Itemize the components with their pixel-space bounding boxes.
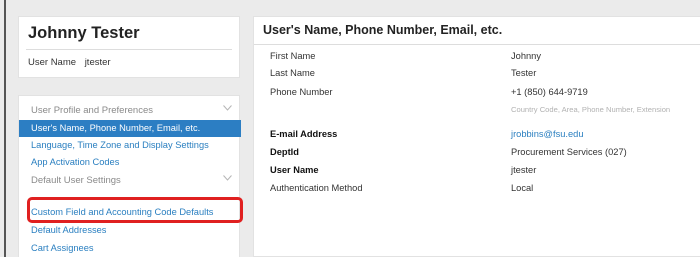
menu-item-label: Default Addresses: [31, 225, 107, 235]
menu-section-label: Default User Settings: [31, 175, 121, 186]
menu-item-default-addresses[interactable]: Default Addresses: [19, 222, 241, 239]
menu-section-default-user-settings[interactable]: Default User Settings: [19, 172, 241, 188]
menu-section-label: User Profile and Preferences: [31, 105, 153, 116]
user-name-value: jtester: [84, 57, 111, 68]
menu-item-label: Language, Time Zone and Display Settings: [31, 140, 209, 150]
last-name-value: Tester: [511, 68, 537, 78]
deptid-value: Procurement Services (027): [511, 147, 627, 157]
authentication-method-value: Local: [511, 183, 534, 193]
chevron-down-icon[interactable]: [223, 105, 232, 113]
email-address-label: E-mail Address: [270, 129, 338, 139]
menu-item-cart-assignees[interactable]: Cart Assignees: [19, 240, 241, 257]
phone-number-hint: Country Code, Area, Phone Number, Extens…: [511, 105, 671, 114]
user-name-value: jtester: [511, 165, 537, 175]
user-name-label: User Name: [28, 57, 77, 68]
authentication-method-label: Authentication Method: [270, 183, 363, 193]
email-address-link[interactable]: jrobbins@fsu.edu: [511, 129, 584, 139]
menu-item-users-name-phone-email[interactable]: User's Name, Phone Number, Email, etc.: [19, 120, 241, 137]
first-name-value: Johnny: [511, 51, 541, 61]
user-display-name: Johnny Tester: [28, 24, 140, 42]
menu-item-language-timezone[interactable]: Language, Time Zone and Display Settings: [19, 137, 241, 154]
panel-title: User's Name, Phone Number, Email, etc.: [263, 23, 503, 37]
phone-number-value: +1 (850) 644-9719: [511, 87, 588, 97]
menu-item-label: App Activation Codes: [31, 157, 120, 167]
last-name-label: Last Name: [270, 68, 315, 78]
settings-menu: User Profile and Preferences User's Name…: [18, 95, 241, 257]
user-name-label: User Name: [270, 165, 319, 175]
highlight-annotation: [27, 197, 243, 223]
phone-number-label: Phone Number: [270, 87, 333, 97]
menu-section-user-profile[interactable]: User Profile and Preferences: [19, 102, 241, 118]
menu-item-app-activation-codes[interactable]: App Activation Codes: [19, 154, 241, 171]
user-details-panel: User's Name, Phone Number, Email, etc. F…: [253, 16, 700, 257]
menu-item-label: User's Name, Phone Number, Email, etc.: [31, 123, 201, 133]
user-card: Johnny Tester User Name jtester: [18, 16, 240, 78]
first-name-label: First Name: [270, 51, 316, 61]
divider: [254, 44, 700, 45]
deptid-label: DeptId: [270, 147, 299, 157]
chevron-down-icon[interactable]: [223, 175, 232, 183]
window-edge: [4, 0, 6, 257]
menu-item-label: Cart Assignees: [31, 243, 94, 253]
divider: [26, 49, 232, 50]
user-name-row: User Name jtester: [28, 57, 111, 68]
